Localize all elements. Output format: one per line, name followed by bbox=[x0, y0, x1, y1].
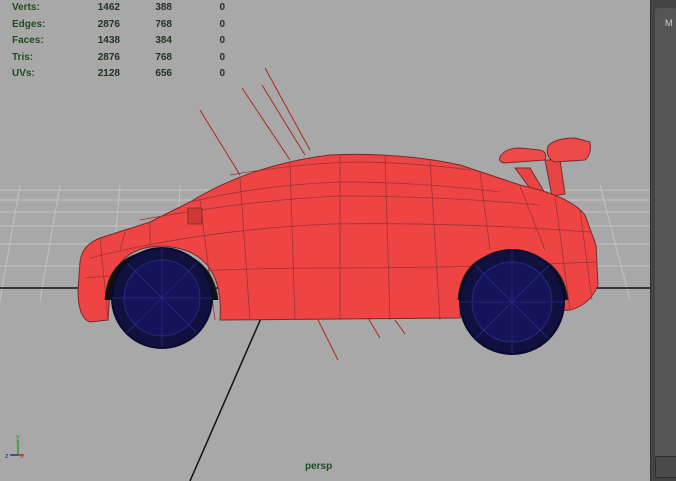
camera-label: persp bbox=[305, 461, 333, 472]
hud-value: 2876 bbox=[97, 51, 120, 63]
perspective-viewport[interactable]: y z x Verts: 1462 388 0 Edges: 2876 768 … bbox=[0, 0, 650, 481]
hud-value: 384 bbox=[155, 35, 172, 46]
hud-value: 0 bbox=[219, 68, 225, 79]
hud-value: 0 bbox=[219, 51, 225, 63]
door-handle bbox=[187, 207, 203, 225]
side-panel[interactable]: M bbox=[650, 0, 676, 481]
hud-value: 388 bbox=[155, 2, 172, 13]
hud-value: 1438 bbox=[97, 35, 120, 46]
hud-value: 0 bbox=[219, 35, 225, 46]
axis-gizmo-icon: y z x bbox=[5, 434, 24, 460]
hud-value: 768 bbox=[155, 51, 172, 63]
hud-label: Tris: bbox=[12, 51, 34, 63]
hud-label: Faces: bbox=[12, 35, 44, 46]
hud-label: Verts: bbox=[12, 2, 40, 13]
hud-value: 1462 bbox=[97, 2, 120, 13]
hud-value: 2128 bbox=[97, 68, 120, 79]
hud-value: 656 bbox=[155, 68, 172, 79]
axis-x-label: x bbox=[20, 453, 24, 460]
hud-value: 0 bbox=[219, 2, 225, 13]
front-wheel bbox=[111, 247, 213, 349]
side-panel-strip[interactable] bbox=[655, 8, 676, 460]
world-axis-z bbox=[189, 315, 263, 481]
axis-y-label: y bbox=[16, 434, 20, 441]
hud-label: Edges: bbox=[12, 18, 46, 30]
hud-value: 2876 bbox=[97, 18, 120, 30]
side-panel-tab[interactable]: M bbox=[665, 18, 673, 28]
hud-value: 768 bbox=[155, 18, 172, 30]
rear-wheel bbox=[459, 249, 565, 355]
hud-value: 0 bbox=[219, 18, 225, 30]
side-panel-button[interactable] bbox=[655, 456, 676, 478]
axis-z-label: z bbox=[5, 453, 9, 460]
hud-label: UVs: bbox=[12, 68, 35, 79]
